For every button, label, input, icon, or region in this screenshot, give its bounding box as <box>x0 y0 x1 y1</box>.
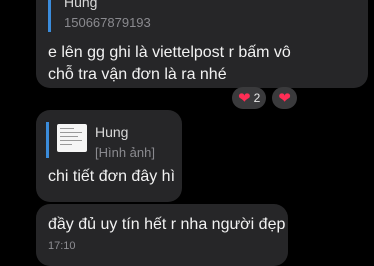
message-timestamp: 17:10 <box>48 240 76 252</box>
message-text-line: e lên gg ghi là viettelpost r bấm vô <box>48 44 291 61</box>
quote-sender-name: Hung <box>95 124 129 140</box>
message-text: e lên gg ghi là viettelpost r bấm vô chỗ… <box>48 42 364 86</box>
quoted-message[interactable]: Hung [Hình ảnh] <box>46 122 184 160</box>
reaction-count: 2 <box>253 91 261 105</box>
message-bubble[interactable]: Hung [Hình ảnh] chi tiết đơn đây hì <box>36 110 182 202</box>
heart-icon: ❤ <box>278 89 291 107</box>
message-text: đầy đủ uy tín hết r nha người đẹp <box>48 216 286 233</box>
heart-icon: ❤ <box>238 89 251 107</box>
reaction-heart[interactable]: ❤ 2 <box>232 87 267 109</box>
quoted-message[interactable]: Hung 150667879193 <box>48 0 361 32</box>
message-text: chi tiết đơn đây hì <box>48 168 176 185</box>
reactions-bar: ❤ 2 ❤ <box>232 87 297 109</box>
quote-text: [Hình ảnh] <box>95 145 155 160</box>
image-thumbnail <box>57 124 87 152</box>
message-text-line: chỗ tra vận đơn là ra nhé <box>48 66 227 83</box>
reaction-heart-self[interactable]: ❤ <box>272 87 297 109</box>
message-bubble[interactable]: Hung 150667879193 e lên gg ghi là viette… <box>36 0 368 88</box>
quote-sender-name: Hung <box>64 0 98 10</box>
quote-text: 150667879193 <box>64 15 151 30</box>
